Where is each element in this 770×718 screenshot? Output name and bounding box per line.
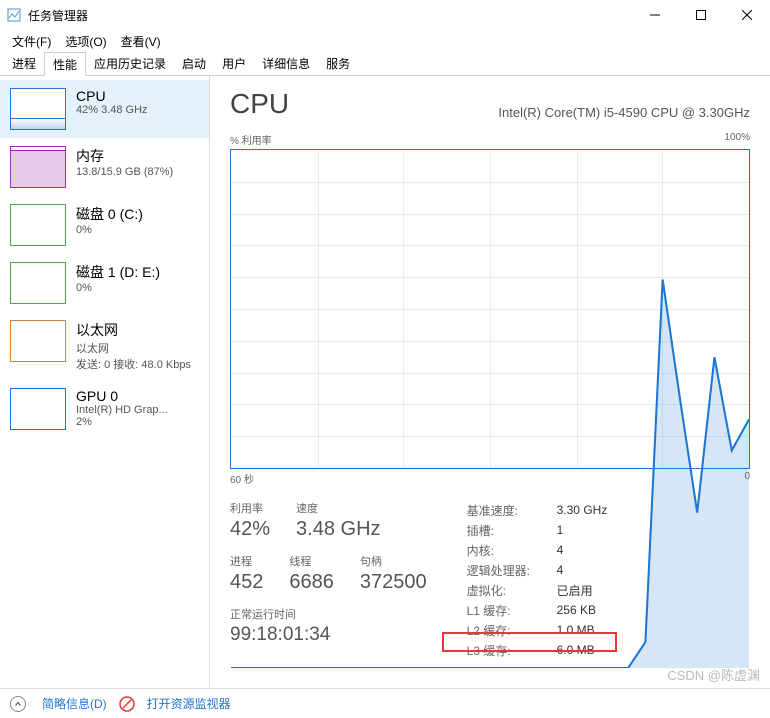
sidebar-item-memory[interactable]: 内存 13.8/15.9 GB (87%): [0, 138, 209, 196]
menubar: 文件(F) 选项(O) 查看(V): [0, 30, 770, 52]
detail-title: CPU: [230, 88, 289, 120]
cpu-thumbnail-icon: [10, 88, 66, 130]
chevron-up-icon[interactable]: [10, 696, 26, 712]
tab-processes[interactable]: 进程: [4, 52, 44, 75]
window-controls: [632, 0, 770, 30]
statusbar: 简略信息(D) 打开资源监视器: [0, 688, 770, 718]
memory-thumbnail-icon: [10, 146, 66, 188]
close-button[interactable]: [724, 0, 770, 30]
sidebar-item-value2: 2%: [76, 416, 199, 428]
sidebar-item-disk1[interactable]: 磁盘 1 (D: E:) 0%: [0, 254, 209, 312]
sidebar-info: 磁盘 1 (D: E:) 0%: [76, 262, 199, 304]
main-content: CPU 42% 3.48 GHz 内存 13.8/15.9 GB (87%) 磁…: [0, 76, 770, 688]
minimize-button[interactable]: [632, 0, 678, 30]
maximize-button[interactable]: [678, 0, 724, 30]
sidebar-item-value: 0%: [76, 224, 199, 236]
network-thumbnail-icon: [10, 320, 66, 362]
menu-file[interactable]: 文件(F): [6, 31, 57, 52]
sidebar-item-value: 42% 3.48 GHz: [76, 104, 199, 116]
tab-services[interactable]: 服务: [318, 52, 358, 75]
watermark: CSDN @陈虚渊: [667, 665, 760, 684]
sidebar-item-label: 磁盘 0 (C:): [76, 204, 199, 224]
sidebar-item-cpu[interactable]: CPU 42% 3.48 GHz: [0, 80, 209, 138]
graph-ylabel: % 利用率: [230, 132, 272, 147]
tab-startup[interactable]: 启动: [174, 52, 214, 75]
tab-details[interactable]: 详细信息: [254, 52, 318, 75]
graph-top-labels: % 利用率 100%: [230, 132, 750, 147]
detail-pane: CPU Intel(R) Core(TM) i5-4590 CPU @ 3.30…: [210, 76, 770, 688]
sidebar-info: 以太网 以太网 发送: 0 接收: 48.0 Kbps: [76, 320, 199, 372]
tab-users[interactable]: 用户: [214, 52, 254, 75]
sidebar-item-value: 0%: [76, 282, 199, 294]
sidebar-info: GPU 0 Intel(R) HD Grap... 2%: [76, 388, 199, 430]
sidebar-item-ethernet[interactable]: 以太网 以太网 发送: 0 接收: 48.0 Kbps: [0, 312, 209, 380]
detail-subtitle: Intel(R) Core(TM) i5-4590 CPU @ 3.30GHz: [498, 105, 750, 120]
open-resmon-link[interactable]: 打开资源监视器: [147, 695, 231, 712]
disk-thumbnail-icon: [10, 262, 66, 304]
window-title: 任务管理器: [28, 7, 632, 24]
sidebar-info: CPU 42% 3.48 GHz: [76, 88, 199, 130]
graph-ymax: 100%: [724, 132, 750, 147]
disk-thumbnail-icon: [10, 204, 66, 246]
detail-header: CPU Intel(R) Core(TM) i5-4590 CPU @ 3.30…: [230, 88, 750, 120]
app-icon: [6, 7, 22, 23]
menu-options[interactable]: 选项(O): [59, 31, 112, 52]
sidebar-info: 内存 13.8/15.9 GB (87%): [76, 146, 199, 188]
sidebar-item-disk0[interactable]: 磁盘 0 (C:) 0%: [0, 196, 209, 254]
sidebar-item-value2: 发送: 0 接收: 48.0 Kbps: [76, 356, 199, 372]
sidebar: CPU 42% 3.48 GHz 内存 13.8/15.9 GB (87%) 磁…: [0, 76, 210, 688]
tabs: 进程 性能 应用历史记录 启动 用户 详细信息 服务: [0, 52, 770, 76]
sidebar-item-label: 磁盘 1 (D: E:): [76, 262, 199, 282]
cpu-graph-line: [231, 150, 749, 668]
resmon-icon: [119, 696, 135, 712]
sidebar-info: 磁盘 0 (C:) 0%: [76, 204, 199, 246]
menu-view[interactable]: 查看(V): [115, 31, 167, 52]
titlebar: 任务管理器: [0, 0, 770, 30]
tab-history[interactable]: 应用历史记录: [86, 52, 174, 75]
sidebar-item-gpu[interactable]: GPU 0 Intel(R) HD Grap... 2%: [0, 380, 209, 438]
sidebar-item-value: Intel(R) HD Grap...: [76, 404, 199, 416]
sidebar-item-value: 以太网: [76, 340, 199, 356]
sidebar-item-label: CPU: [76, 88, 199, 104]
less-details-link[interactable]: 简略信息(D): [42, 695, 107, 712]
cpu-graph[interactable]: [230, 149, 750, 469]
sidebar-item-value: 13.8/15.9 GB (87%): [76, 166, 199, 178]
sidebar-item-label: 内存: [76, 146, 199, 166]
sidebar-item-label: GPU 0: [76, 388, 199, 404]
sidebar-item-label: 以太网: [76, 320, 199, 340]
gpu-thumbnail-icon: [10, 388, 66, 430]
tab-performance[interactable]: 性能: [44, 52, 86, 76]
